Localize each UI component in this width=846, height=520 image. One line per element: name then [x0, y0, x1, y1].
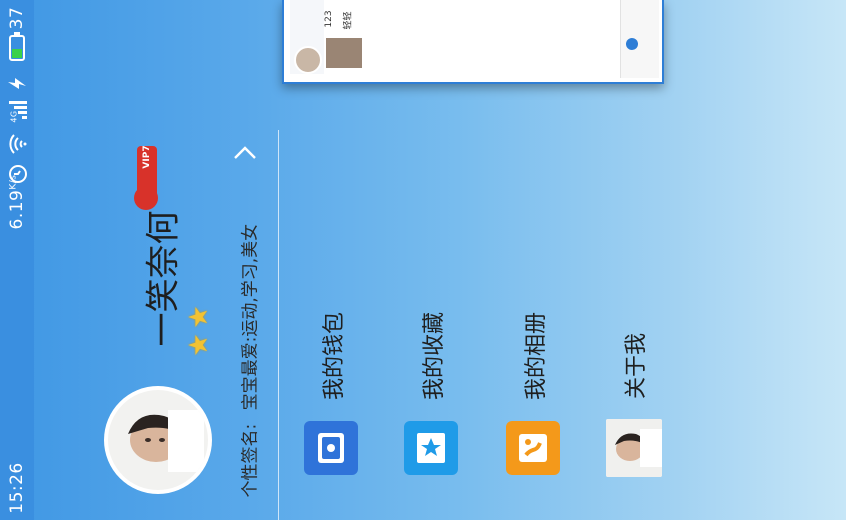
chevron-up-icon[interactable]: [231, 140, 259, 168]
signature: 个性签名: 宝宝最爱:运动,学习,美女: [236, 224, 261, 498]
avatar-photo-icon: [108, 390, 208, 490]
vip-label: VIP7: [142, 145, 152, 169]
about-avatar-icon[interactable]: [606, 419, 662, 477]
menu-wallet-label[interactable]: 我的钱包: [316, 304, 348, 408]
preview-card-side: [620, 0, 659, 78]
wallet-icon[interactable]: [304, 421, 358, 475]
signature-label: 个性签名:: [240, 423, 261, 498]
level-star-icon: ★: [184, 305, 214, 329]
alarm-icon: [5, 162, 29, 186]
battery-icon: [7, 31, 27, 61]
preview-card-thumb: [326, 38, 362, 68]
star-collection-icon[interactable]: [404, 421, 458, 475]
preview-card-blue-icon: [626, 38, 638, 50]
profile-avatar[interactable]: [108, 390, 208, 490]
menu-favorites-label[interactable]: 我的收藏: [416, 304, 448, 408]
menu-album-label[interactable]: 我的相册: [518, 304, 550, 408]
status-time: 15:26: [7, 462, 27, 514]
battery-level: 37: [7, 6, 27, 30]
divider: [278, 130, 279, 520]
preview-card-avatar: [294, 46, 322, 74]
username: 一笑奈何: [143, 210, 184, 347]
preview-card-line1: 123: [324, 10, 334, 28]
menu-about-label[interactable]: 关于我: [618, 314, 650, 418]
charging-icon: [6, 72, 28, 94]
speed-value: 6.19: [7, 189, 27, 230]
album-icon[interactable]: [506, 421, 560, 475]
network-type: 4G: [9, 110, 19, 123]
preview-card-line2: 轻轻: [343, 11, 354, 30]
signature-text: 宝宝最爱:运动,学习,美女: [240, 223, 261, 411]
wifi-icon: [5, 132, 29, 156]
level-star-icon: ★: [184, 333, 214, 357]
